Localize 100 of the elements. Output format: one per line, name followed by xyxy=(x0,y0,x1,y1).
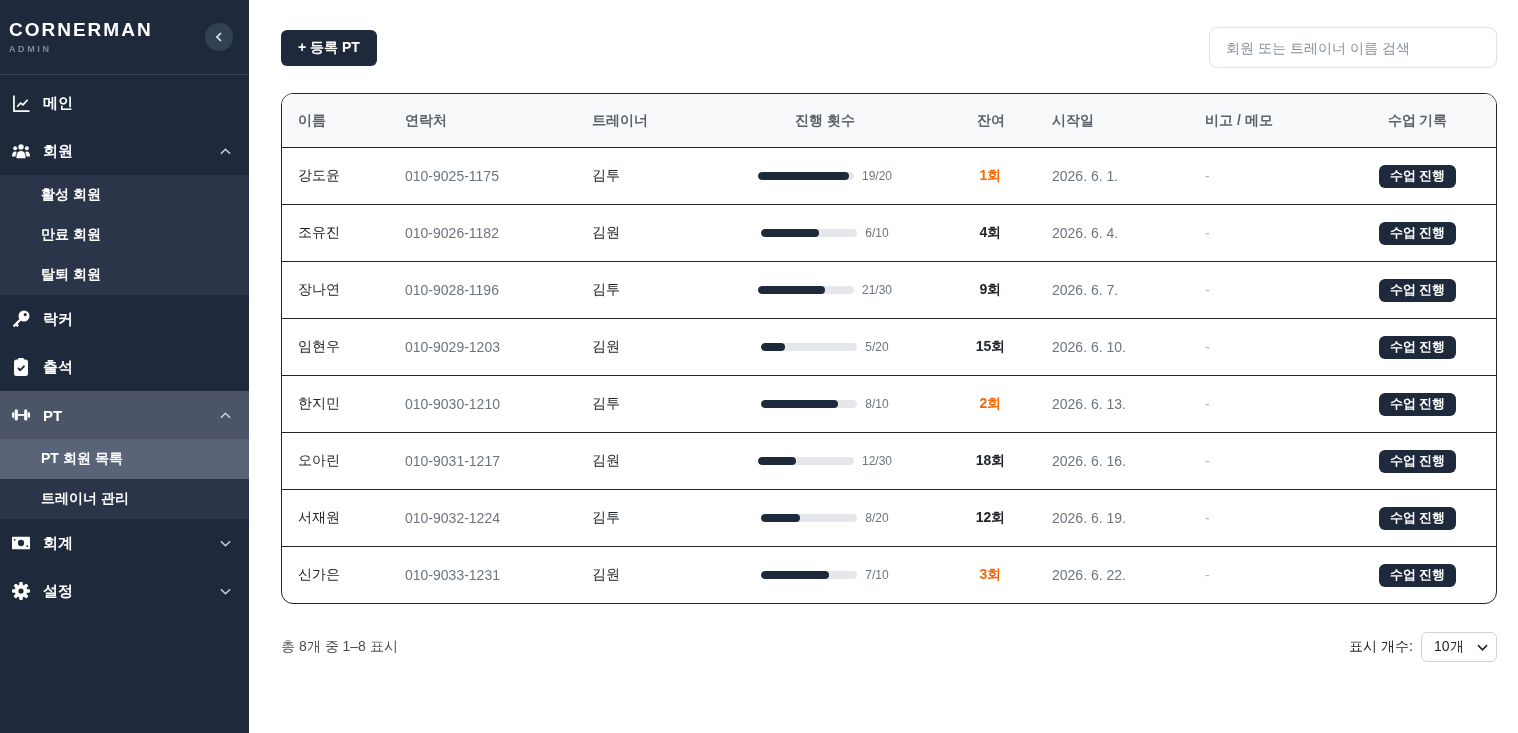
member-name: 장나연 xyxy=(298,281,340,299)
logo-subtitle: ADMIN xyxy=(9,44,53,55)
sidebar-item[interactable]: 메인 xyxy=(0,79,249,127)
start-date: 2026. 6. 4. xyxy=(1052,225,1119,241)
trainer-name: 김원 xyxy=(592,224,620,242)
remaining-sessions: 18회 xyxy=(975,452,1006,470)
remaining-sessions: 3회 xyxy=(979,566,1002,584)
progress-reading: 5/20 xyxy=(865,340,889,354)
progress-reading: 6/10 xyxy=(865,226,889,240)
submenu-item[interactable]: PT 회원 목록 xyxy=(0,439,249,479)
users-icon xyxy=(12,143,30,159)
sidebar-item[interactable]: 락커 xyxy=(0,295,249,343)
start-date: 2026. 6. 7. xyxy=(1052,282,1119,298)
clipboard-check-icon xyxy=(14,358,28,376)
member-name: 오아린 xyxy=(298,452,340,470)
memo-text: - xyxy=(1205,453,1210,469)
sidebar-item[interactable]: 회원 xyxy=(0,127,249,175)
collapse-button[interactable] xyxy=(205,23,233,51)
progress-reading: 21/30 xyxy=(862,283,892,297)
phone-number: 010-9030-1210 xyxy=(405,396,500,412)
sidebar-item[interactable]: 설정 xyxy=(0,567,249,615)
memo-text: - xyxy=(1205,396,1210,412)
sidebar-item[interactable]: 회계 xyxy=(0,519,249,567)
pagination-summary: 총 8개 중 1–8 표시 xyxy=(281,638,398,656)
column-header: 이름 xyxy=(298,111,326,130)
column-header: 트레이너 xyxy=(592,111,648,130)
search-field[interactable]: 회원 또는 트레이너 이름 검색 xyxy=(1209,27,1497,68)
start-date: 2026. 6. 10. xyxy=(1052,339,1126,355)
start-lesson-button[interactable]: 수업 진행 xyxy=(1378,278,1457,302)
phone-number: 010-9025-1175 xyxy=(405,168,499,184)
progress-reading: 7/10 xyxy=(865,568,889,582)
trainer-name: 김투 xyxy=(592,167,620,185)
remaining-sessions: 4회 xyxy=(979,224,1002,242)
remaining-sessions: 12회 xyxy=(975,509,1006,527)
remaining-sessions: 15회 xyxy=(975,338,1006,356)
member-name: 강도윤 xyxy=(298,167,340,185)
page-size-label: 표시 개수: xyxy=(1349,638,1413,656)
memo-text: - xyxy=(1205,510,1210,526)
memo-text: - xyxy=(1205,168,1210,184)
progress-reading: 8/20 xyxy=(865,511,889,525)
gear-icon xyxy=(12,582,30,600)
start-date: 2026. 6. 1. xyxy=(1052,168,1119,184)
trainer-name: 김원 xyxy=(592,452,620,470)
start-date: 2026. 6. 16. xyxy=(1052,453,1126,469)
memo-text: - xyxy=(1205,339,1210,355)
add-pt-button[interactable]: + 등록 PT xyxy=(281,30,377,66)
phone-number: 010-9032-1224 xyxy=(405,510,500,526)
submenu-item[interactable]: 활성 회원 xyxy=(0,175,249,215)
column-header: 시작일 xyxy=(1052,111,1094,130)
sidebar-item[interactable]: 출석 xyxy=(0,343,249,391)
page-size-select[interactable]: 10개 xyxy=(1421,632,1497,662)
remaining-sessions: 1회 xyxy=(979,167,1002,185)
column-header: 진행 횟수 xyxy=(795,111,855,130)
submenu-item[interactable]: 탈퇴 회원 xyxy=(0,255,249,295)
submenu-item[interactable]: 만료 회원 xyxy=(0,215,249,255)
start-date: 2026. 6. 19. xyxy=(1052,510,1126,526)
progress-reading: 19/20 xyxy=(862,169,892,183)
phone-number: 010-9029-1203 xyxy=(405,339,500,355)
memo-text: - xyxy=(1205,282,1210,298)
start-lesson-button[interactable]: 수업 진행 xyxy=(1378,392,1457,416)
progress-reading: 8/10 xyxy=(865,397,889,411)
trainer-name: 김투 xyxy=(592,509,620,527)
memo-text: - xyxy=(1205,567,1210,583)
chevron-down-icon xyxy=(1477,643,1488,651)
start-date: 2026. 6. 13. xyxy=(1052,396,1126,412)
submenu-item[interactable]: 트레이너 관리 xyxy=(0,479,249,519)
phone-number: 010-9026-1182 xyxy=(405,225,499,241)
start-lesson-button[interactable]: 수업 진행 xyxy=(1378,563,1457,587)
trainer-name: 김원 xyxy=(592,566,620,584)
sidebar-item[interactable]: PT xyxy=(0,391,249,439)
phone-number: 010-9031-1217 xyxy=(405,453,500,469)
column-header: 연락처 xyxy=(405,111,447,130)
member-name: 조유진 xyxy=(298,224,340,242)
memo-text: - xyxy=(1205,225,1210,241)
trainer-name: 김투 xyxy=(592,395,620,413)
trainer-name: 김투 xyxy=(592,281,620,299)
money-bill-icon xyxy=(12,536,30,550)
logo-text: CORNERMAN xyxy=(9,19,153,41)
dumbbell-icon xyxy=(12,409,30,421)
start-lesson-button[interactable]: 수업 진행 xyxy=(1378,449,1457,473)
phone-number: 010-9028-1196 xyxy=(405,282,499,298)
phone-number: 010-9033-1231 xyxy=(405,567,500,583)
start-lesson-button[interactable]: 수업 진행 xyxy=(1378,164,1457,188)
remaining-sessions: 2회 xyxy=(979,395,1002,413)
member-name: 서재원 xyxy=(298,509,340,527)
member-name: 임현우 xyxy=(298,338,340,356)
line-chart-icon xyxy=(12,94,30,112)
start-lesson-button[interactable]: 수업 진행 xyxy=(1378,221,1457,245)
progress-reading: 12/30 xyxy=(862,454,892,468)
trainer-name: 김원 xyxy=(592,338,620,356)
member-name: 한지민 xyxy=(298,395,340,413)
start-lesson-button[interactable]: 수업 진행 xyxy=(1378,506,1457,530)
member-name: 신가은 xyxy=(298,566,340,584)
column-header: 잔여 xyxy=(976,111,1005,130)
start-date: 2026. 6. 22. xyxy=(1052,567,1126,583)
key-icon xyxy=(12,310,30,328)
start-lesson-button[interactable]: 수업 진행 xyxy=(1378,335,1457,359)
column-header: 비고 / 메모 xyxy=(1205,111,1273,130)
column-header: 수업 기록 xyxy=(1387,111,1448,130)
chevron-left-icon xyxy=(216,32,222,42)
